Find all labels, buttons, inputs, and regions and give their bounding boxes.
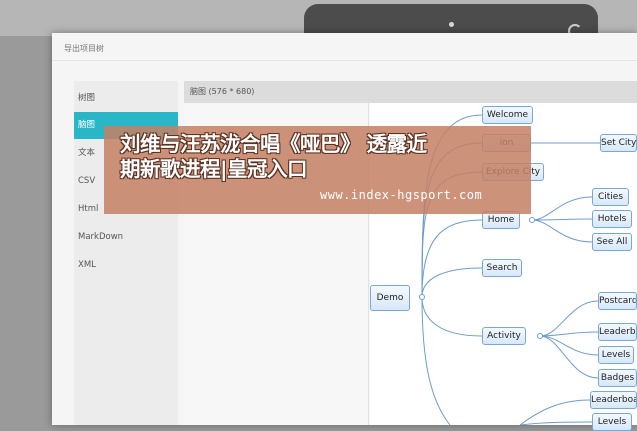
node-leaderboard[interactable]: Leaderbo — [598, 323, 637, 341]
connector-cities — [531, 196, 593, 221]
node-hotels[interactable]: Hotels — [592, 210, 632, 228]
node-badges[interactable]: Badges — [598, 369, 637, 387]
node-leaderboard-2[interactable]: Leaderboa — [590, 391, 637, 409]
connector-hotels — [531, 218, 593, 221]
banner-line-2: 期新歌进程|皇冠入口 — [120, 157, 308, 181]
connector-dot-activity — [537, 333, 543, 339]
connector-postcard — [539, 300, 599, 337]
connector-badges — [539, 335, 599, 379]
connector-activity — [421, 296, 483, 337]
connector-dot-home — [529, 217, 535, 223]
connector-seeall — [531, 219, 593, 243]
node-cities[interactable]: Cities — [592, 188, 629, 206]
node-set-city[interactable]: Set City — [600, 134, 637, 152]
node-levels[interactable]: Levels — [598, 346, 634, 364]
node-search[interactable]: Search — [482, 259, 522, 277]
node-postcard[interactable]: Postcard — [598, 292, 637, 310]
promo-banner: 刘维与汪苏泷合唱《哑巴》 透露近 期新歌进程|皇冠入口 www.index-hg… — [104, 126, 531, 214]
node-welcome[interactable]: Welcome — [482, 106, 533, 124]
node-levels-2[interactable]: Levels — [592, 413, 632, 431]
banner-headline: 刘维与汪苏泷合唱《哑巴》 透露近 期新歌进程|皇冠入口 — [120, 132, 530, 182]
mindmap-root-node[interactable]: Demo — [370, 285, 410, 311]
connector-lower — [421, 296, 451, 425]
connector-leaderboa — [519, 399, 591, 425]
node-see-all[interactable]: See All — [592, 233, 632, 251]
connector-dot-root — [419, 294, 425, 300]
connector-home — [421, 219, 483, 298]
banner-url[interactable]: www.index-hgsport.com — [320, 188, 482, 202]
connector-search — [421, 267, 483, 298]
banner-line-1: 刘维与汪苏泷合唱《哑巴》 透露近 — [120, 132, 427, 156]
node-activity[interactable]: Activity — [482, 327, 526, 345]
